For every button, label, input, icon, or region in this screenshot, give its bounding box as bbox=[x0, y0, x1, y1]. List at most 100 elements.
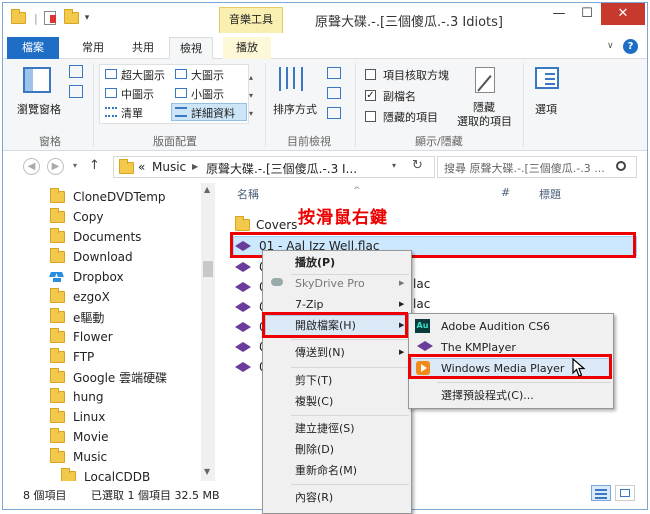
options-button[interactable]: 選項 bbox=[535, 101, 557, 117]
recent-locations-icon[interactable]: ▾ bbox=[73, 161, 77, 170]
menu-item-skydrive[interactable]: SkyDrive Pro bbox=[295, 273, 365, 294]
chevron-right-icon: ▶ bbox=[399, 348, 405, 356]
sidebar-item[interactable]: Dropbox bbox=[49, 267, 124, 287]
folder-icon bbox=[50, 368, 65, 383]
sidebar-item[interactable]: hung bbox=[50, 387, 103, 407]
menu-item-copy[interactable]: 複製(C) bbox=[295, 391, 333, 412]
sidebar-item[interactable]: CloneDVDTemp bbox=[50, 187, 166, 207]
audio-file-icon bbox=[235, 362, 251, 372]
ribbon-tabs: 檔案 常用 共用 檢視 播放 ∨ ? bbox=[3, 37, 647, 59]
audio-file-icon bbox=[235, 262, 251, 272]
layout-scroll-icon[interactable]: ▴ ▾ ▾ bbox=[249, 69, 253, 123]
sidebar-item[interactable]: Linux bbox=[50, 407, 105, 427]
column-title[interactable]: 標題 bbox=[539, 186, 561, 202]
folder-icon bbox=[50, 188, 65, 203]
properties-icon[interactable] bbox=[43, 11, 56, 25]
details-pane-icon[interactable] bbox=[69, 85, 83, 98]
help-icon[interactable]: ? bbox=[623, 39, 638, 54]
forward-button[interactable]: ▶ bbox=[47, 158, 64, 175]
sidebar-item[interactable]: LocalCDDB bbox=[61, 467, 150, 481]
sidebar-item[interactable]: Flower bbox=[50, 327, 113, 347]
medium-icons-option[interactable]: 中圖示 bbox=[121, 86, 154, 102]
tab-share[interactable]: 共用 bbox=[123, 37, 163, 59]
sort-indicator-icon: ^ bbox=[353, 186, 361, 196]
audio-file-icon bbox=[235, 302, 251, 312]
folder-icon bbox=[50, 228, 65, 243]
search-icon[interactable] bbox=[616, 161, 626, 171]
sidebar-item[interactable]: FTP bbox=[50, 347, 94, 367]
sidebar-item[interactable]: Movie bbox=[50, 427, 109, 447]
close-button[interactable]: ✕ bbox=[601, 3, 645, 25]
extra-large-icons-icon bbox=[105, 69, 117, 79]
navigation-pane-button[interactable]: 瀏覽窗格 bbox=[17, 101, 61, 117]
sidebar-item[interactable]: Google 雲端硬碟 bbox=[50, 367, 167, 387]
navigation-pane: CloneDVDTemp Copy Documents Download Dro… bbox=[3, 183, 215, 481]
audition-icon: Au bbox=[415, 319, 430, 333]
menu-item-play[interactable]: 播放(P) bbox=[295, 252, 335, 273]
group-by-icon[interactable] bbox=[327, 67, 341, 79]
chevron-right-icon[interactable]: ▶ bbox=[192, 162, 198, 171]
hidden-items-label: 隱藏的項目 bbox=[383, 111, 438, 124]
menu-item-audition[interactable]: Adobe Audition CS6 bbox=[441, 316, 550, 337]
medium-icons-icon bbox=[105, 88, 117, 98]
tab-home[interactable]: 常用 bbox=[73, 37, 113, 59]
address-box[interactable]: « Music ▶ 原聲大碟.-.[三個傻瓜.-.3 I... ▾ ↻ bbox=[113, 156, 435, 178]
size-columns-icon[interactable] bbox=[327, 107, 341, 119]
sidebar-item[interactable]: Documents bbox=[50, 227, 141, 247]
sidebar-item[interactable]: Music bbox=[50, 447, 107, 467]
sidebar-scrollbar[interactable]: ▲ ▼ bbox=[201, 183, 215, 481]
back-button[interactable]: ◀ bbox=[23, 158, 40, 175]
details-view-icon[interactable] bbox=[591, 485, 611, 501]
chevron-right-icon: ▶ bbox=[399, 279, 405, 287]
up-button[interactable]: ↑ bbox=[89, 158, 100, 173]
menu-item-choose-default[interactable]: 選擇預設程式(C)... bbox=[441, 385, 534, 406]
quick-access-toolbar: | ▾ bbox=[11, 9, 89, 27]
tab-play[interactable]: 播放 bbox=[223, 37, 271, 59]
column-name[interactable]: 名稱 bbox=[237, 186, 259, 202]
large-icons-view-icon[interactable] bbox=[615, 485, 635, 501]
folder-icon bbox=[50, 448, 65, 463]
preview-pane-icon[interactable] bbox=[69, 65, 83, 78]
menu-item-delete[interactable]: 刪除(D) bbox=[295, 439, 334, 460]
audio-file-icon bbox=[235, 322, 251, 332]
extra-large-icons-option[interactable]: 超大圖示 bbox=[121, 67, 165, 83]
breadcrumb-music[interactable]: Music bbox=[152, 160, 186, 174]
item-checkboxes-checkbox[interactable] bbox=[365, 69, 376, 80]
search-input[interactable]: 搜尋 原聲大碟.-.[三個傻瓜.-.3 ... bbox=[437, 156, 637, 178]
new-folder-icon[interactable] bbox=[63, 9, 79, 24]
tab-view[interactable]: 檢視 bbox=[169, 37, 213, 59]
address-dropdown-icon[interactable]: ▾ bbox=[392, 161, 396, 170]
large-icons-option[interactable]: 大圖示 bbox=[191, 67, 224, 83]
scroll-thumb[interactable] bbox=[203, 261, 213, 277]
minimize-button[interactable]: — bbox=[545, 3, 573, 25]
kmplayer-icon bbox=[417, 341, 433, 351]
sidebar-item[interactable]: e驅動 bbox=[50, 307, 104, 327]
breadcrumb-current-folder[interactable]: 原聲大碟.-.[三個傻瓜.-.3 I... bbox=[206, 160, 357, 177]
dropbox-icon bbox=[49, 271, 64, 283]
hidden-items-checkbox[interactable] bbox=[365, 111, 376, 122]
menu-item-cut[interactable]: 剪下(T) bbox=[295, 370, 332, 391]
collapse-ribbon-icon[interactable]: ∨ bbox=[607, 41, 614, 51]
tab-file[interactable]: 檔案 bbox=[7, 37, 59, 59]
add-columns-icon[interactable] bbox=[327, 87, 341, 99]
menu-item-create-shortcut[interactable]: 建立捷徑(S) bbox=[295, 418, 355, 439]
hide-selected-line2[interactable]: 選取的項目 bbox=[457, 113, 512, 129]
maximize-button[interactable]: ☐ bbox=[573, 3, 601, 25]
small-icons-option[interactable]: 小圖示 bbox=[191, 86, 224, 102]
file-extensions-checkbox[interactable]: ✓ bbox=[365, 90, 376, 101]
menu-item-properties[interactable]: 內容(R) bbox=[295, 487, 333, 508]
open-with-highlight-box bbox=[262, 312, 408, 338]
menu-item-rename[interactable]: 重新命名(M) bbox=[295, 460, 357, 481]
sidebar-item[interactable]: Download bbox=[50, 247, 133, 267]
sidebar-item[interactable]: ezgoX bbox=[50, 287, 110, 307]
refresh-icon[interactable]: ↻ bbox=[412, 158, 423, 173]
sort-by-button[interactable]: 排序方式 bbox=[273, 101, 317, 117]
audio-file-icon bbox=[235, 282, 251, 292]
details-option[interactable]: 詳細資料 bbox=[191, 105, 235, 121]
sidebar-item[interactable]: Copy bbox=[50, 207, 103, 227]
list-option[interactable]: 清單 bbox=[121, 105, 143, 121]
customize-toolbar-icon[interactable]: ▾ bbox=[85, 13, 90, 23]
menu-item-send-to[interactable]: 傳送到(N) bbox=[295, 342, 345, 363]
navigation-pane-icon bbox=[23, 67, 51, 93]
column-number[interactable]: # bbox=[501, 186, 510, 199]
